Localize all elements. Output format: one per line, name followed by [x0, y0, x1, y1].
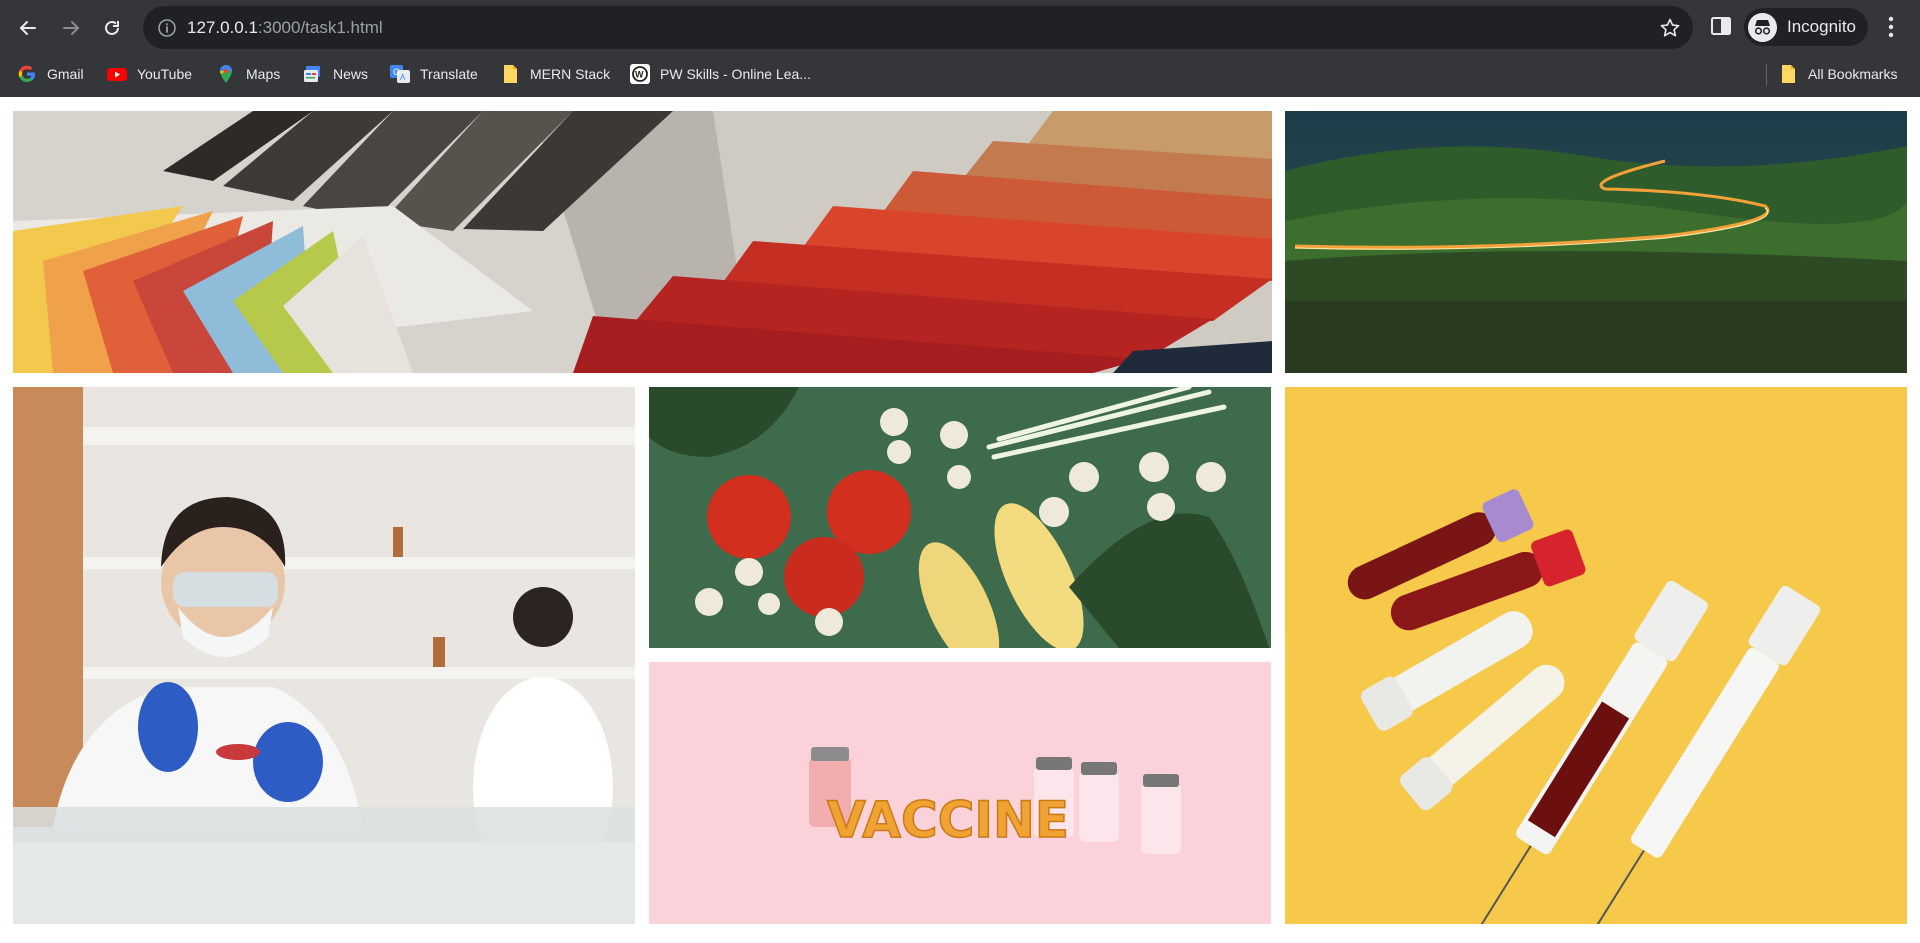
browser-toolbar: 127.0.0.1:3000/task1.html Incognito	[0, 0, 1920, 54]
bookmark-translate[interactable]: GA Translate	[390, 61, 478, 87]
bookmark-maps[interactable]: Maps	[216, 61, 280, 87]
gallery-image-blood-tubes	[1285, 387, 1907, 924]
folder-icon	[504, 65, 517, 83]
info-icon[interactable]	[157, 18, 177, 38]
forward-button[interactable]	[55, 12, 87, 44]
svg-text:A: A	[400, 73, 406, 82]
back-button[interactable]	[12, 12, 44, 44]
address-bar[interactable]: 127.0.0.1:3000/task1.html	[143, 6, 1693, 49]
youtube-icon	[107, 68, 127, 81]
reload-icon	[105, 20, 119, 35]
bookmark-label: News	[333, 66, 369, 82]
gallery-image-road	[1285, 111, 1907, 373]
bookmarks-bar: Gmail YouTube Maps News GA Translate MER…	[0, 57, 1920, 91]
bookmarks-separator	[1766, 64, 1767, 86]
bookmark-label: Translate	[420, 66, 478, 82]
url-path: :3000/task1.html	[257, 18, 383, 37]
arrow-right-icon	[63, 21, 80, 35]
svg-text:G: G	[393, 67, 400, 77]
url-text[interactable]: 127.0.0.1:3000/task1.html	[187, 18, 383, 38]
google-icon	[18, 65, 35, 83]
bookmark-youtube[interactable]: YouTube	[107, 61, 192, 87]
incognito-icon	[1748, 13, 1777, 42]
bookmark-mern-stack[interactable]: MERN Stack	[500, 61, 610, 87]
pw-skills-icon: W	[630, 64, 650, 84]
bookmark-gmail[interactable]: Gmail	[17, 61, 84, 87]
bookmark-pw-skills[interactable]: W PW Skills - Online Lea...	[630, 61, 811, 87]
bookmark-label: PW Skills - Online Lea...	[660, 66, 811, 82]
bookmark-label: Gmail	[47, 66, 84, 82]
profile-label: Incognito	[1787, 17, 1856, 36]
bookmark-news[interactable]: News	[303, 61, 368, 87]
page-content: VACCINE	[0, 97, 1920, 943]
side-panel-icon[interactable]	[1710, 15, 1732, 37]
translate-icon: GA	[390, 65, 410, 83]
incognito-indicator[interactable]: Incognito	[1744, 8, 1868, 46]
gallery-image-swatches	[13, 111, 1272, 373]
kebab-menu-icon[interactable]	[1880, 14, 1902, 40]
bookmark-label: MERN Stack	[530, 66, 611, 82]
all-bookmarks-button[interactable]: All Bookmarks	[1778, 61, 1897, 87]
arrow-left-icon	[19, 21, 36, 35]
star-icon[interactable]	[1659, 17, 1681, 39]
reload-button[interactable]	[96, 12, 128, 44]
folder-icon	[1782, 65, 1795, 83]
bookmark-label: Maps	[246, 66, 281, 82]
gallery-image-scientist	[13, 387, 635, 924]
all-bookmarks-label: All Bookmarks	[1808, 66, 1898, 82]
browser-chrome: 127.0.0.1:3000/task1.html Incognito Gmai…	[0, 0, 1920, 97]
gallery-image-vegetables	[649, 387, 1271, 648]
bookmark-label: YouTube	[137, 66, 193, 82]
news-icon	[304, 66, 320, 82]
url-host: 127.0.0.1	[187, 18, 258, 37]
vaccine-caption: VACCINE	[827, 791, 1069, 849]
maps-pin-icon	[220, 65, 232, 83]
svg-text:W: W	[635, 70, 644, 80]
gallery-image-vaccine: VACCINE	[649, 662, 1271, 924]
